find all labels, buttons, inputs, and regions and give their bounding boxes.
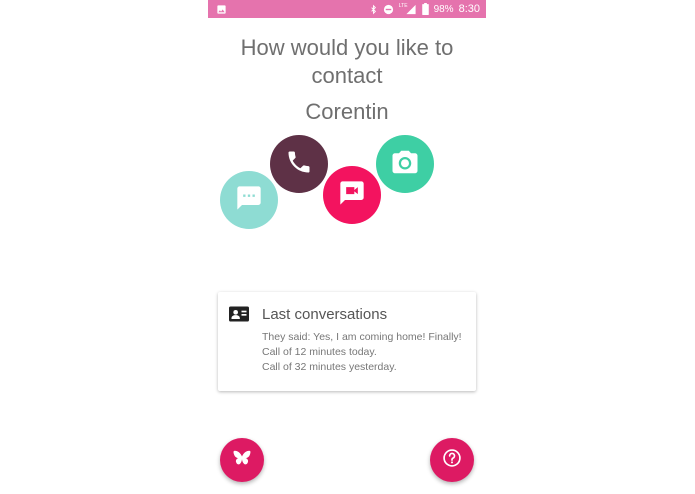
video-message-button[interactable] [323, 166, 381, 224]
contact-card-icon [229, 306, 249, 327]
list-item: They said: Yes, I am coming home! Finall… [262, 331, 462, 343]
headline: How would you like to contact [208, 34, 486, 90]
status-bar: LTE 98% 8:30 [208, 0, 486, 18]
battery-percent: 98% [433, 3, 454, 15]
help-button[interactable] [430, 438, 474, 482]
headline-line2: contact [311, 63, 383, 88]
contact-name: Corentin [305, 99, 389, 124]
bluetooth-icon [369, 4, 378, 15]
signal-icon: LTE [399, 3, 417, 15]
message-button[interactable] [220, 171, 278, 229]
message-icon [235, 184, 263, 217]
call-button[interactable] [270, 135, 328, 193]
list-item: Call of 12 minutes today. [262, 346, 377, 358]
list-item: Call of 32 minutes yesterday. [262, 361, 397, 373]
card-title: Last conversations [262, 306, 388, 323]
battery-icon [421, 3, 429, 15]
phone-icon [285, 148, 313, 181]
image-icon [216, 4, 227, 15]
video-message-icon [338, 179, 366, 212]
phone-screen: LTE 98% 8:30 How would you like to conta… [208, 0, 486, 494]
do-not-disturb-icon [383, 4, 394, 15]
help-icon [442, 448, 462, 473]
conversation-list: They said: Yes, I am coming home! Finall… [262, 330, 462, 375]
camera-icon [390, 147, 420, 182]
clock: 8:30 [458, 3, 480, 15]
camera-button[interactable] [376, 135, 434, 193]
headline-line1: How would you like to [240, 35, 454, 60]
last-conversations-card[interactable]: Last conversations They said: Yes, I am … [218, 292, 476, 391]
butterfly-button[interactable] [220, 438, 264, 482]
butterfly-icon [233, 450, 251, 471]
